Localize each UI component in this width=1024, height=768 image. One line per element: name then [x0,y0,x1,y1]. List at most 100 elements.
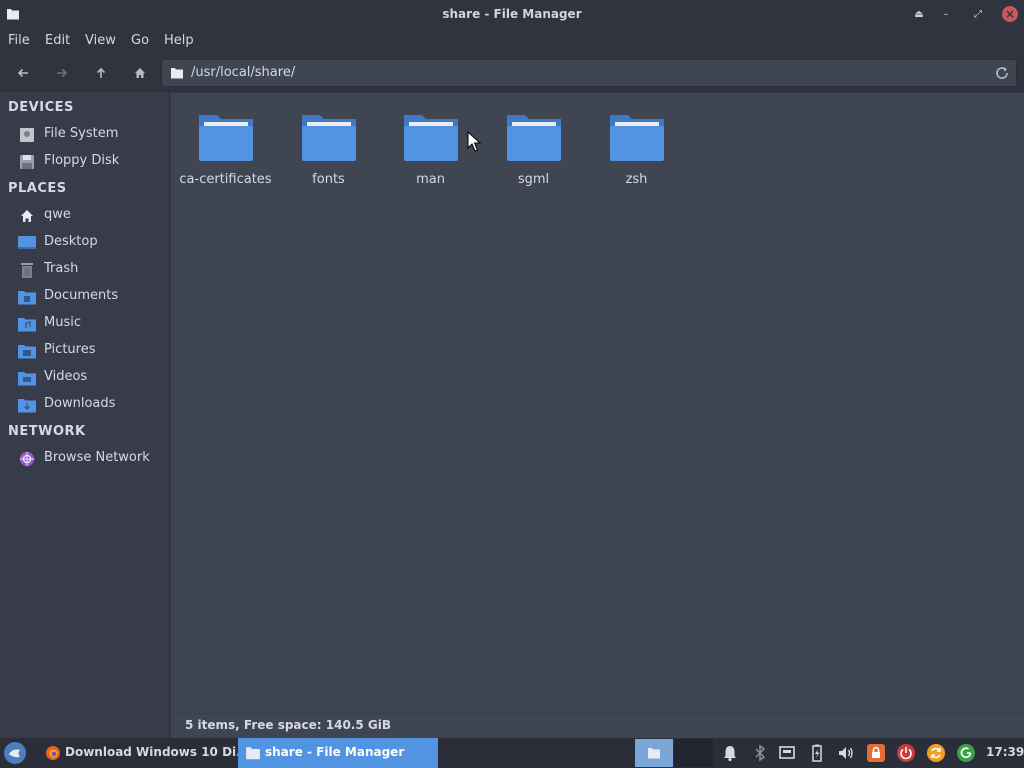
arrow-up-icon [96,67,106,78]
downloads-folder-icon [18,399,36,413]
battery-icon[interactable] [807,743,827,763]
clock[interactable]: 17:39 [986,745,1024,759]
file-item-sgml[interactable]: sgml [481,105,586,195]
floppy-icon [20,155,34,169]
maximize-button[interactable]: ⤢ [968,5,988,25]
sidebar-item-music[interactable]: Music [18,313,168,335]
sidebar-item-label: Browse Network [44,450,150,465]
sidebar-item-label: Music [44,315,81,330]
lock-icon[interactable] [866,743,886,763]
task-label: Download Windows 10 Di... [65,745,250,759]
sidebar-item-label: Videos [44,369,88,384]
desktop-icon [18,236,36,249]
close-button[interactable]: × [1002,6,1018,22]
toolbar: /usr/local/share/ [0,54,1024,92]
sidebar-item-label: Desktop [44,234,98,249]
folder-icon [302,115,356,161]
workspace-switcher[interactable] [635,739,713,767]
location-bar[interactable]: /usr/local/share/ [161,59,1017,87]
arrow-right-icon [57,68,68,78]
file-item-zsh[interactable]: zsh [584,105,689,195]
menu-go[interactable]: Go [131,33,149,48]
devices-header: DEVICES [8,100,74,115]
reload-icon[interactable] [994,65,1010,81]
folder-icon [171,68,183,79]
up-button[interactable] [91,63,111,83]
sidebar-item-label: qwe [44,207,71,222]
sidebar-item-label: Documents [44,288,119,303]
file-name: man [416,172,445,187]
sidebar-item-trash[interactable]: Trash [18,259,168,281]
eject-icon[interactable]: ⏏ [909,5,929,25]
location-path[interactable]: /usr/local/share/ [191,65,295,80]
menu-bar: File Edit View Go Help [0,29,1024,54]
sidebar-item-home[interactable]: qwe [18,205,168,227]
volume-icon[interactable] [836,743,856,763]
sidebar-item-desktop[interactable]: Desktop [18,232,168,254]
bluetooth-icon[interactable] [750,743,770,763]
menu-help[interactable]: Help [164,33,194,48]
notifications-icon[interactable] [720,743,740,763]
minimize-button[interactable]: – [936,5,956,25]
update-icon[interactable] [926,743,946,763]
mouse-cursor-icon [467,131,481,152]
workspace-1[interactable] [635,739,673,767]
sidebar-item-videos[interactable]: Videos [18,367,168,389]
pictures-folder-icon [18,345,36,359]
task-file-manager[interactable]: share - File Manager [238,738,438,768]
arrow-left-icon [17,68,28,78]
refresh-icon[interactable] [956,743,976,763]
sidebar-item-label: Trash [44,261,79,276]
app-menu-icon[interactable] [3,741,27,765]
menu-file[interactable]: File [8,33,30,48]
home-icon [135,68,145,78]
sidebar-item-downloads[interactable]: Downloads [18,394,168,416]
network-icon [19,451,35,467]
workspace-2[interactable] [674,739,713,767]
trash-icon [21,263,33,278]
sidebar: DEVICES File System Floppy Disk PLACES q… [0,93,170,738]
back-button[interactable] [13,63,33,83]
taskbar: Download Windows 10 Di... share - File M… [0,738,1024,768]
sidebar-item-label: File System [44,126,119,141]
videos-folder-icon [18,372,36,386]
sidebar-item-file-system[interactable]: File System [18,124,168,146]
home-button[interactable] [130,63,150,83]
file-item-ca-certificates[interactable]: ca-certificates [173,105,278,195]
network-wired-icon[interactable] [777,743,797,763]
network-header: NETWORK [8,424,86,439]
documents-folder-icon [18,291,36,305]
window-title: share - File Manager [442,7,582,21]
status-text: 5 items, Free space: 140.5 GiB [185,718,392,732]
file-name: fonts [312,172,345,187]
menu-edit[interactable]: Edit [45,33,70,48]
file-name: zsh [625,172,648,187]
folder-icon [199,115,253,161]
folder-icon [404,115,458,161]
sidebar-item-pictures[interactable]: Pictures [18,340,168,362]
home-icon [21,210,33,222]
power-icon[interactable] [896,743,916,763]
music-folder-icon [18,318,36,332]
sidebar-item-browse-network[interactable]: Browse Network [18,448,168,470]
folder-icon [246,747,260,760]
forward-button[interactable] [52,63,72,83]
firefox-icon [46,746,60,760]
sidebar-item-label: Downloads [44,396,116,411]
status-bar: 5 items, Free space: 140.5 GiB [171,713,1024,738]
task-firefox[interactable]: Download Windows 10 Di... [38,738,250,768]
file-view[interactable]: ca-certificates fonts man sgml zsh [171,93,1024,713]
sidebar-item-label: Floppy Disk [44,153,120,168]
sidebar-item-label: Pictures [44,342,96,357]
file-item-fonts[interactable]: fonts [276,105,381,195]
file-name: ca-certificates [179,172,272,187]
folder-icon [648,748,660,759]
menu-view[interactable]: View [85,33,116,48]
harddisk-icon [20,128,34,142]
file-name: sgml [517,172,550,187]
task-label: share - File Manager [265,745,405,759]
sidebar-item-documents[interactable]: Documents [18,286,168,308]
sidebar-item-floppy-disk[interactable]: Floppy Disk [18,151,168,173]
folder-icon [507,115,561,161]
title-bar: share - File Manager ⏏ – ⤢ × [0,0,1024,29]
